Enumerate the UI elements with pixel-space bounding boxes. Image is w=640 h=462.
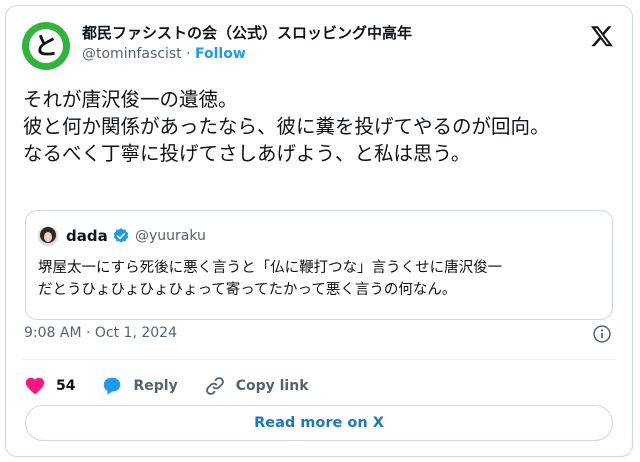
author-avatar-glyph: と	[29, 29, 63, 63]
reply-button[interactable]: Reply	[101, 375, 178, 397]
like-count: 54	[56, 378, 76, 394]
quoted-author-name[interactable]: dada	[66, 227, 108, 245]
info-icon[interactable]	[592, 324, 612, 344]
heart-icon	[25, 377, 45, 395]
author-handle[interactable]: @tominfascist	[82, 46, 182, 62]
follow-button[interactable]: Follow	[195, 46, 246, 62]
verified-badge-icon	[113, 228, 129, 243]
quoted-author-handle[interactable]: @yuuraku	[135, 228, 206, 244]
handle-separator: ·	[186, 46, 191, 62]
avatar-face-shape	[44, 232, 52, 242]
read-more-button[interactable]: Read more on X	[25, 405, 613, 441]
author-display-name[interactable]: 都民ファシストの会（公式）スロッビング中高年	[82, 22, 412, 43]
like-button[interactable]: 54	[24, 375, 75, 397]
x-logo-icon[interactable]	[590, 24, 614, 48]
author-avatar[interactable]: と	[22, 22, 70, 70]
tweet-timestamp[interactable]: 9:08 AM · Oct 1, 2024	[24, 325, 177, 341]
author-handle-row: @tominfascist · Follow	[82, 46, 246, 62]
tweet-embed-card: と 都民ファシストの会（公式）スロッビング中高年 @tominfascist ·…	[5, 5, 633, 457]
copy-link-button[interactable]: Copy link	[204, 375, 309, 397]
quoted-tweet[interactable]: dada @yuuraku 堺屋太一にすら死後に悪く言うと「仏に鞭打つな」言うく…	[25, 210, 613, 320]
quoted-tweet-text: 堺屋太一にすら死後に悪く言うと「仏に鞭打つな」言うくせに唐沢俊一 だとうひょひょ…	[38, 260, 503, 298]
divider	[22, 359, 616, 360]
tweet-text: それが唐沢俊一の遺徳。 彼と何か関係があったなら、彼に糞を投げてやるのが回向。 …	[23, 88, 550, 165]
reply-bubble-icon	[104, 377, 121, 395]
copy-link-label: Copy link	[235, 378, 309, 394]
quoted-author-avatar[interactable]	[38, 226, 58, 246]
action-bar: 54 Reply Copy link	[24, 370, 335, 402]
link-icon	[205, 377, 224, 395]
reply-label: Reply	[133, 378, 178, 394]
